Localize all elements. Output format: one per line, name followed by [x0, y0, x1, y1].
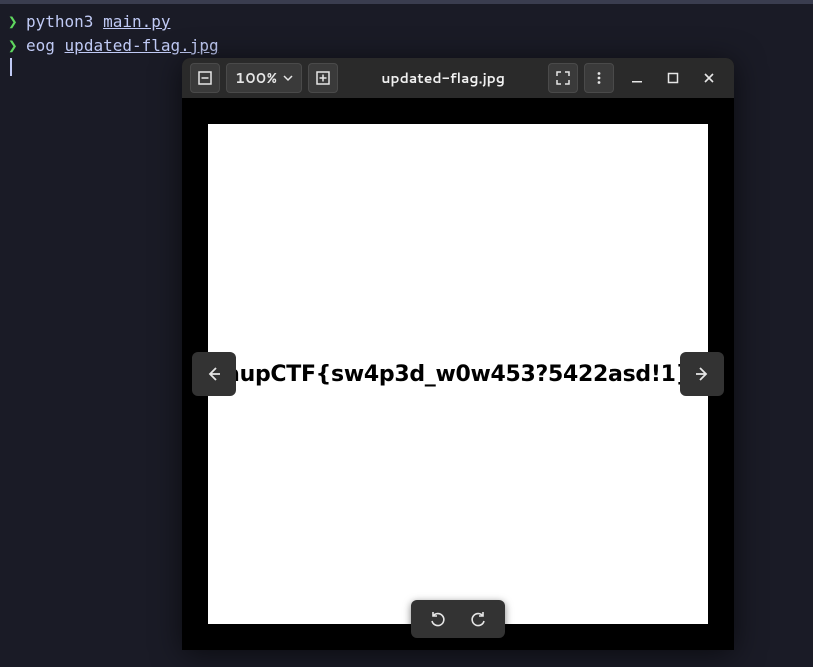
fullscreen-button[interactable]: [548, 63, 578, 93]
prompt-symbol: ❯: [8, 34, 26, 58]
terminal-line: ❯ eog updated-flag.jpg: [8, 34, 805, 58]
rotate-right-button[interactable]: [465, 606, 491, 632]
terminal-line: ❯ python3 main.py: [8, 10, 805, 34]
zoom-level-text: 100%: [235, 68, 277, 88]
rotate-left-button[interactable]: [425, 606, 451, 632]
rotate-cw-icon: [469, 610, 487, 628]
maximize-button[interactable]: [656, 63, 690, 93]
image-display-area[interactable]: aupCTF{sw4p3d_w0w453?5422asd!1}: [182, 98, 734, 650]
close-icon: [703, 72, 715, 84]
command-name: eog: [26, 36, 55, 55]
kebab-menu-icon: [592, 71, 606, 85]
minimize-icon: [631, 72, 643, 84]
window-title: updated-flag.jpg: [344, 68, 542, 88]
flag-text: aupCTF{sw4p3d_w0w453?5422asd!1}: [225, 362, 691, 387]
previous-image-button[interactable]: [192, 352, 236, 396]
prompt-symbol: ❯: [8, 10, 26, 34]
command-name: python3: [26, 12, 93, 31]
command-arg: updated-flag.jpg: [65, 36, 219, 55]
zoom-in-button[interactable]: [308, 63, 338, 93]
titlebar[interactable]: 100% updated-flag.jpg: [182, 58, 734, 98]
window-controls: [620, 63, 726, 93]
minus-icon: [198, 71, 212, 85]
fullscreen-icon: [556, 71, 570, 85]
terminal-cursor: [10, 58, 12, 76]
plus-icon: [316, 71, 330, 85]
rotate-toolbar: [411, 600, 505, 638]
maximize-icon: [667, 72, 679, 84]
rotate-ccw-icon: [429, 610, 447, 628]
command-arg: main.py: [103, 12, 170, 31]
menu-button[interactable]: [584, 63, 614, 93]
zoom-level-dropdown[interactable]: 100%: [226, 63, 302, 93]
image-viewer-window: 100% updated-flag.jpg aupCTF{sw4p: [182, 58, 734, 650]
arrow-left-icon: [205, 365, 223, 383]
arrow-right-icon: [693, 365, 711, 383]
zoom-out-button[interactable]: [190, 63, 220, 93]
close-button[interactable]: [692, 63, 726, 93]
minimize-button[interactable]: [620, 63, 654, 93]
next-image-button[interactable]: [680, 352, 724, 396]
image-canvas: aupCTF{sw4p3d_w0w453?5422asd!1}: [208, 124, 708, 624]
chevron-down-icon: [283, 73, 293, 83]
